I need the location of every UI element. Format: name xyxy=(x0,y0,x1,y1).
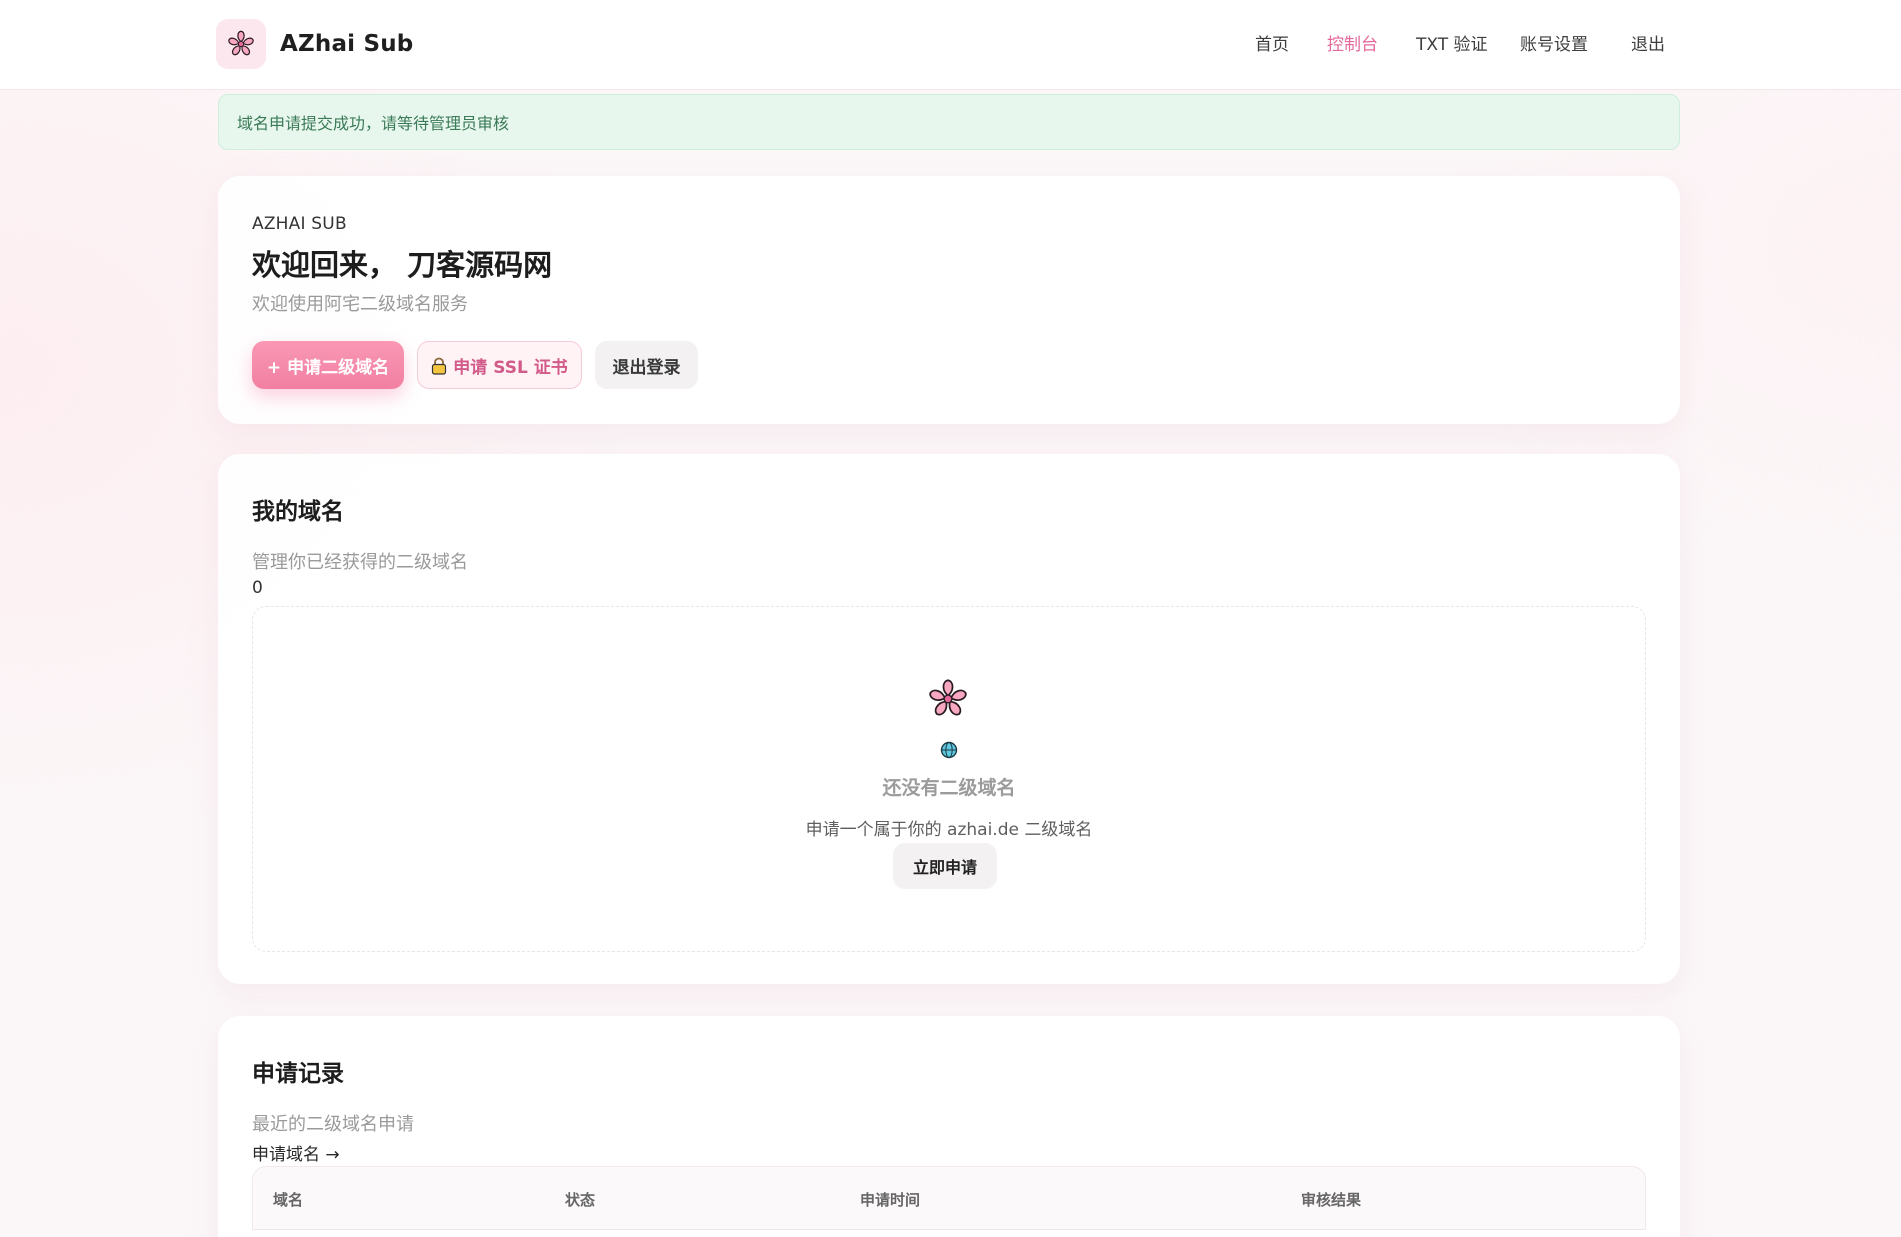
empty-state-description: 申请一个属于你的 azhai.de 二级域名 xyxy=(805,820,1093,840)
empty-state-title: 还没有二级域名 xyxy=(882,777,1016,799)
alert-message: 域名申请提交成功，请等待管理员审核 xyxy=(237,114,510,133)
nav-item-logout[interactable]: 退出 xyxy=(1631,30,1665,55)
success-alert: 域名申请提交成功，请等待管理员审核 xyxy=(218,94,1680,150)
globe-icon xyxy=(940,741,958,763)
records-table-header: 域名 状态 申请时间 审核结果 xyxy=(252,1166,1646,1230)
empty-state: 还没有二级域名 申请一个属于你的 azhai.de 二级域名 立即申请 xyxy=(252,606,1646,952)
welcome-subtitle: 欢迎使用阿宅二级域名服务 xyxy=(252,294,468,315)
records-title: 申请记录 xyxy=(252,1061,344,1087)
welcome-card: AZHAI SUB 欢迎回来， 刀客源码网 欢迎使用阿宅二级域名服务 + 申请二… xyxy=(218,176,1680,424)
apply-ssl-label: 申请 SSL 证书 xyxy=(453,357,568,378)
domain-count: 0 xyxy=(252,578,263,598)
column-header-applied-time[interactable]: 申请时间 xyxy=(860,1189,920,1210)
lock-icon xyxy=(431,357,447,375)
my-domains-card: 我的域名 管理你已经获得的二级域名 0 还没有二级域名 申请一个属于你的 azh… xyxy=(218,454,1680,984)
apply-now-label: 立即申请 xyxy=(912,858,977,877)
eyebrow-label: AZHAI SUB xyxy=(252,214,347,234)
nav-item-txt-verify[interactable]: TXT 验证 xyxy=(1416,30,1488,55)
application-records-card: 申请记录 最近的二级域名申请 申请域名 → 域名 状态 申请时间 审核结果 xyxy=(218,1016,1680,1237)
apply-domain-link[interactable]: 申请域名 → xyxy=(252,1140,340,1165)
cherry-blossom-icon xyxy=(926,677,970,725)
cherry-blossom-icon xyxy=(216,19,266,69)
column-header-domain[interactable]: 域名 xyxy=(273,1189,303,1210)
column-header-status[interactable]: 状态 xyxy=(565,1189,595,1210)
apply-domain-label: + 申请二级域名 xyxy=(266,357,390,378)
apply-ssl-button[interactable]: 申请 SSL 证书 xyxy=(417,341,582,389)
nav-item-account-settings[interactable]: 账号设置 xyxy=(1520,30,1588,55)
apply-domain-button[interactable]: + 申请二级域名 xyxy=(252,341,404,389)
my-domains-title: 我的域名 xyxy=(252,499,344,525)
records-subtitle: 最近的二级域名申请 xyxy=(252,1114,414,1135)
column-header-review-result[interactable]: 审核结果 xyxy=(1301,1189,1361,1210)
apply-now-button[interactable]: 立即申请 xyxy=(893,843,997,889)
brand[interactable]: AZhai Sub xyxy=(216,19,413,69)
brand-name: AZhai Sub xyxy=(280,31,414,57)
nav-item-console[interactable]: 控制台 xyxy=(1327,30,1378,55)
logout-label: 退出登录 xyxy=(612,357,681,378)
top-navigation-bar: AZhai Sub 首页 控制台 TXT 验证 账号设置 退出 xyxy=(0,0,1901,90)
page-title: 欢迎回来， 刀客源码网 xyxy=(252,248,553,282)
logout-button[interactable]: 退出登录 xyxy=(595,341,698,389)
nav-item-home[interactable]: 首页 xyxy=(1255,30,1289,55)
my-domains-subtitle: 管理你已经获得的二级域名 xyxy=(252,552,468,573)
